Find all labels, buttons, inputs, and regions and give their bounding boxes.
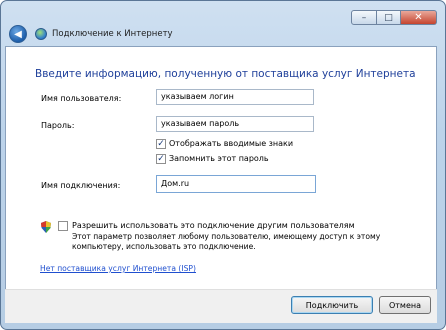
maximize-button[interactable]: □	[377, 10, 401, 25]
cancel-button[interactable]: Отмена	[379, 296, 431, 314]
title-row: ◀ Подключение к Интернету	[9, 25, 173, 43]
no-isp-link[interactable]: Нет поставщика услуг Интернета (ISP)	[40, 264, 196, 273]
minimize-button[interactable]: –	[351, 10, 377, 25]
username-input[interactable]: указываем логин	[156, 89, 314, 105]
connection-name-label: Имя подключения:	[41, 181, 121, 190]
show-chars-label: Отображать вводимые знаки	[169, 139, 294, 148]
remember-password-label: Запомнить этот пароль	[169, 154, 269, 163]
back-button[interactable]: ◀	[9, 25, 27, 43]
network-globe-icon	[35, 28, 47, 40]
allow-others-checkbox[interactable]	[58, 221, 68, 231]
connection-name-input[interactable]: Дом.ru	[156, 175, 316, 193]
window-title: Подключение к Интернету	[52, 29, 173, 39]
connect-button[interactable]: Подключить	[291, 296, 373, 314]
security-shield-icon	[41, 221, 51, 233]
allow-others-description: Этот параметр позволяет любому пользоват…	[72, 232, 381, 251]
allow-others-label: Разрешить использовать это подключение д…	[72, 221, 355, 230]
button-bar: Подключить Отмена	[5, 289, 437, 323]
password-label: Пароль:	[41, 121, 75, 130]
page-heading: Введите информацию, полученную от постав…	[35, 68, 416, 80]
remember-password-checkbox[interactable]: ✓	[156, 154, 166, 164]
window-controls: – □ ✕	[351, 10, 437, 26]
password-input[interactable]: указываем пароль	[156, 116, 314, 132]
username-label: Имя пользователя:	[41, 94, 122, 103]
arrow-left-icon: ◀	[14, 28, 22, 40]
close-button[interactable]: ✕	[401, 10, 437, 25]
show-chars-checkbox[interactable]: ✓	[156, 139, 166, 149]
